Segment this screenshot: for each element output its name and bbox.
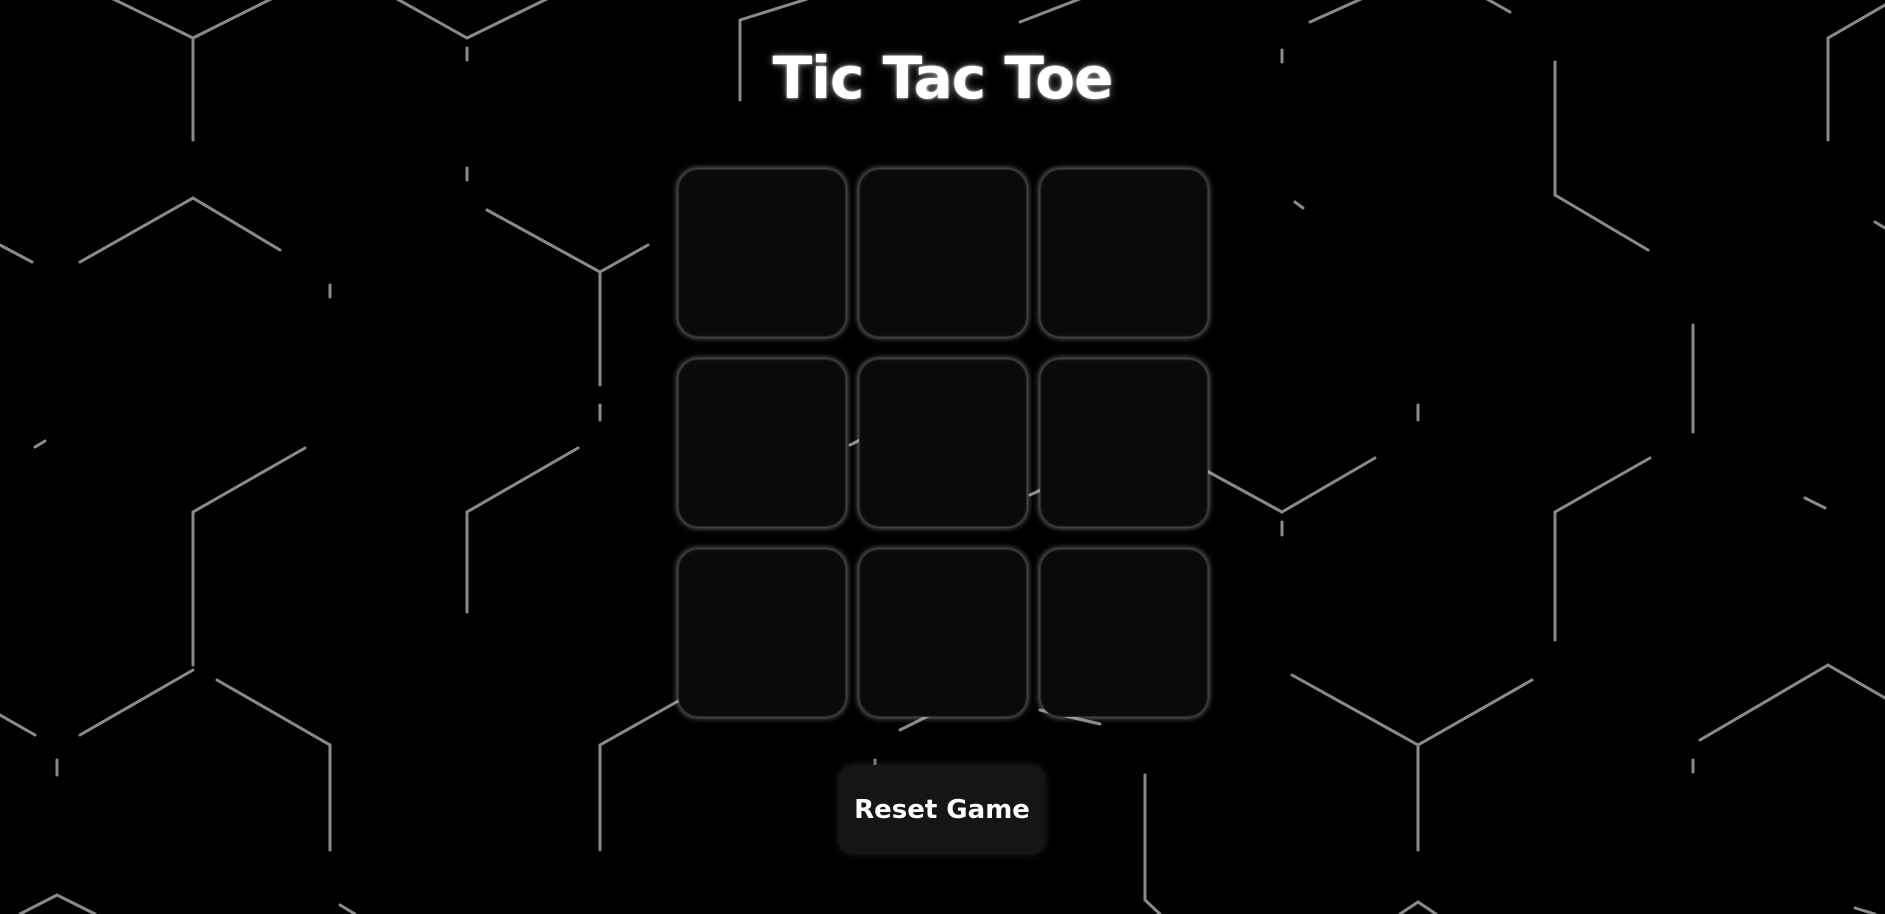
board-cell-2[interactable] bbox=[859, 169, 1027, 337]
page-title: Tic Tac Toe bbox=[772, 44, 1114, 112]
board-cell-7[interactable] bbox=[678, 549, 846, 717]
game-board bbox=[678, 169, 1208, 719]
board-cell-3[interactable] bbox=[1040, 169, 1208, 337]
board-cell-1[interactable] bbox=[678, 169, 846, 337]
board-cell-9[interactable] bbox=[1040, 549, 1208, 717]
reset-game-button[interactable]: Reset Game bbox=[839, 765, 1045, 854]
board-cell-6[interactable] bbox=[1040, 359, 1208, 527]
board-cell-8[interactable] bbox=[859, 549, 1027, 717]
game-screen: Tic Tac Toe Reset Game bbox=[0, 0, 1885, 914]
board-cell-5[interactable] bbox=[859, 359, 1027, 527]
board-cell-4[interactable] bbox=[678, 359, 846, 527]
